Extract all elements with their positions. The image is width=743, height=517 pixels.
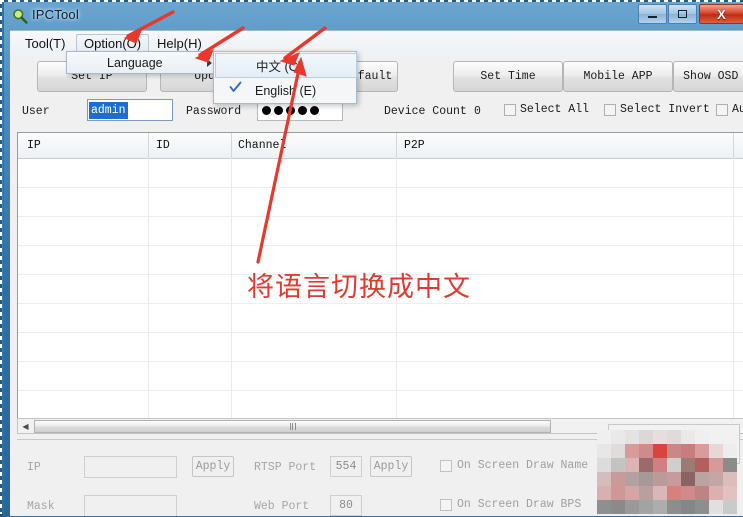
check-icon [229,81,242,92]
option-dropdown-menu: Language [66,51,222,74]
selection-border-top [0,0,743,2]
scrollbar-thumb[interactable] [34,420,551,433]
scroll-left-arrow-icon[interactable]: ◀ [18,419,33,433]
column-header-id[interactable]: ID [156,139,170,152]
table-row [18,187,743,188]
minimize-button[interactable] [638,4,667,24]
osd-draw-name-label: On Screen Draw Name [457,459,589,472]
user-label: User [22,105,50,118]
select-all-label: Select All [520,103,590,116]
close-button[interactable]: X [699,4,743,24]
annotation-caption: 将语言切换成中文 [247,272,471,303]
menu-item-chinese-label: 中文 (C) [256,60,302,74]
menu-tool[interactable]: Tool(T) [18,34,72,53]
table-row [18,390,743,391]
table-row [18,361,743,362]
column-divider[interactable] [148,133,149,158]
checkbox-icon [440,459,452,472]
mask-field-input[interactable] [84,495,177,516]
auto-search-label: Auto Search [732,103,743,116]
device-count-label: Device Count [384,105,467,118]
column-header-channel[interactable]: Channel [238,139,286,152]
grip-icon [292,423,293,430]
mosaic-redaction [597,430,737,514]
magnifier-icon [13,9,28,24]
ip-field-label: IP [27,461,41,474]
ip-apply-button[interactable]: Apply [192,456,234,477]
web-port-input[interactable]: 80 [330,495,362,516]
rtsp-port-label: RTSP Port [254,461,317,474]
password-dot [310,105,319,115]
web-port-label: Web Port [254,500,310,513]
password-dot [298,105,307,115]
password-dot [262,105,271,115]
table-row [18,216,743,217]
grip-icon [289,423,291,430]
selection-border-left [0,0,2,514]
select-invert-label: Select Invert [620,103,710,116]
show-osd-time-button[interactable]: Show OSD Time [673,61,743,92]
mobile-app-button[interactable]: Mobile APP [563,61,673,92]
rtsp-port-input[interactable]: 554 [330,456,362,477]
menu-item-english[interactable]: English (E) [215,78,357,103]
mask-field-label: Mask [27,500,55,513]
auto-search-checkbox[interactable]: Auto Search [716,103,743,116]
title-bar[interactable]: IPCTool X [4,2,743,30]
checkbox-icon [716,103,728,116]
column-header-ip[interactable]: IP [27,139,41,152]
checkbox-icon [604,103,616,116]
osd-draw-name-checkbox[interactable]: On Screen Draw Name [440,459,588,472]
device-list-header: IP ID Channel P2P [18,133,743,159]
osd-draw-bps-checkbox[interactable]: On Screen Draw BPS [440,498,581,511]
column-header-p2p[interactable]: P2P [404,139,425,152]
password-dot [274,105,283,115]
language-submenu: 中文 (C) English (E) [213,51,357,104]
table-row [18,245,743,246]
menu-item-chinese[interactable]: 中文 (C) [215,53,357,78]
checkbox-icon [504,103,516,116]
user-input[interactable]: admin [87,99,173,121]
osd-draw-bps-label: On Screen Draw BPS [457,498,582,511]
set-time-button[interactable]: Set Time [453,61,563,92]
window-title: IPCTool [32,7,79,22]
ip-field-input[interactable] [84,456,177,478]
select-invert-checkbox[interactable]: Select Invert [604,103,710,116]
close-icon: X [717,6,726,22]
credentials-row: User admin Password Device Count 0 Selec… [10,94,743,130]
column-divider[interactable] [396,133,397,158]
maximize-button[interactable] [668,4,697,24]
menu-item-english-label: English (E) [255,83,317,98]
maximize-icon [678,10,687,18]
rtsp-apply-button[interactable]: Apply [370,456,412,477]
column-divider[interactable] [733,133,734,158]
password-label: Password [186,105,242,118]
menu-item-language-label: Language [107,55,163,70]
minimize-icon [648,16,657,18]
grip-icon [294,423,296,430]
checkbox-icon [440,498,452,511]
password-dot [286,105,295,115]
device-count-value: 0 [474,105,481,118]
table-row [18,332,743,333]
select-all-checkbox[interactable]: Select All [504,103,589,116]
user-input-value: admin [89,102,128,119]
column-divider[interactable] [231,133,232,158]
menu-item-language[interactable]: Language [67,52,221,73]
chevron-right-icon [207,59,212,67]
